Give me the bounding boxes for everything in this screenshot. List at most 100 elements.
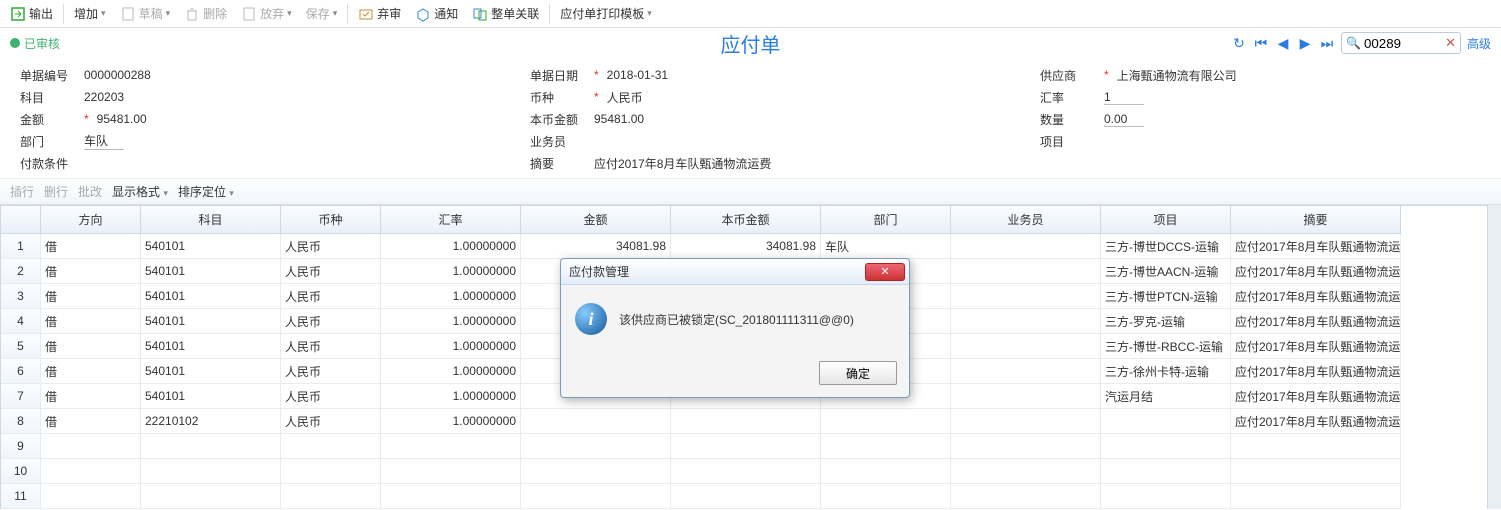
insert-row-button[interactable]: 插行 [10, 183, 34, 200]
grid-cell[interactable]: 人民币 [281, 309, 381, 334]
grid-cell[interactable] [951, 234, 1101, 259]
grid-cell[interactable] [1231, 459, 1401, 484]
output-button[interactable]: 输出 [4, 2, 59, 26]
grid-cell[interactable]: 1.00000000 [381, 409, 521, 434]
grid-cell[interactable]: 人民币 [281, 334, 381, 359]
grid-cell[interactable]: 车队 [821, 234, 951, 259]
grid-cell[interactable]: 34081.98 [521, 234, 671, 259]
delete-row-button[interactable]: 删行 [44, 183, 68, 200]
discard-button[interactable]: 放弃▾ [235, 2, 298, 26]
grid-cell[interactable] [1101, 459, 1231, 484]
grid-cell[interactable]: 540101 [141, 384, 281, 409]
grid-cell[interactable] [1101, 409, 1231, 434]
grid-cell[interactable]: 借 [41, 284, 141, 309]
display-format-button[interactable]: 显示格式 ▾ [112, 183, 168, 200]
grid-cell[interactable] [951, 259, 1101, 284]
grid-cell[interactable]: 三方-徐州卡特-运输 [1101, 359, 1231, 384]
grid-cell[interactable]: 借 [41, 309, 141, 334]
delete-button[interactable]: 删除 [178, 2, 233, 26]
grid-cell[interactable] [671, 484, 821, 509]
row-number[interactable]: 7 [1, 384, 41, 409]
col-header[interactable]: 摘要 [1231, 206, 1401, 234]
grid-cell[interactable]: 540101 [141, 234, 281, 259]
grid-cell[interactable]: 1.00000000 [381, 359, 521, 384]
col-header[interactable]: 项目 [1101, 206, 1231, 234]
grid-cell[interactable] [1101, 484, 1231, 509]
col-header[interactable]: 本币金额 [671, 206, 821, 234]
grid-cell[interactable]: 应付2017年8月车队甄通物流运费 [1231, 309, 1401, 334]
row-number[interactable]: 3 [1, 284, 41, 309]
grid-cell[interactable] [521, 459, 671, 484]
print-template-button[interactable]: 应付单打印模板▾ [554, 2, 658, 26]
grid-cell[interactable] [951, 309, 1101, 334]
grid-cell[interactable]: 应付2017年8月车队甄通物流运费 [1231, 409, 1401, 434]
grid-cell[interactable]: 人民币 [281, 259, 381, 284]
grid-cell[interactable] [821, 484, 951, 509]
grid-cell[interactable] [951, 284, 1101, 309]
ok-button[interactable]: 确定 [819, 361, 897, 385]
grid-cell[interactable]: 人民币 [281, 234, 381, 259]
grid-cell[interactable]: 借 [41, 334, 141, 359]
grid-cell[interactable]: 540101 [141, 359, 281, 384]
scrollbar-stub[interactable] [1487, 205, 1501, 509]
row-number[interactable]: 2 [1, 259, 41, 284]
grid-cell[interactable]: 540101 [141, 259, 281, 284]
batch-edit-button[interactable]: 批改 [78, 183, 102, 200]
grid-cell[interactable]: 22210102 [141, 409, 281, 434]
col-header[interactable]: 金额 [521, 206, 671, 234]
grid-cell[interactable]: 借 [41, 384, 141, 409]
grid-cell[interactable] [281, 484, 381, 509]
grid-cell[interactable]: 三方-博世DCCS-运输 [1101, 234, 1231, 259]
grid-cell[interactable] [821, 459, 951, 484]
grid-cell[interactable]: 借 [41, 409, 141, 434]
grid-cell[interactable]: 人民币 [281, 384, 381, 409]
row-number[interactable]: 10 [1, 459, 41, 484]
grid-cell[interactable]: 1.00000000 [381, 334, 521, 359]
grid-cell[interactable] [951, 359, 1101, 384]
grid-cell[interactable] [1231, 484, 1401, 509]
col-header[interactable]: 科目 [141, 206, 281, 234]
grid-cell[interactable]: 应付2017年8月车队甄通物流运费 [1231, 334, 1401, 359]
grid-cell[interactable] [951, 459, 1101, 484]
notify-button[interactable]: 通知 [409, 2, 464, 26]
add-button[interactable]: 增加▾ [68, 2, 112, 26]
grid-cell[interactable] [951, 484, 1101, 509]
draft-button[interactable]: 草稿▾ [114, 2, 177, 26]
grid-cell[interactable]: 应付2017年8月车队甄通物流运费 [1231, 259, 1401, 284]
grid-cell[interactable]: 540101 [141, 309, 281, 334]
grid-cell[interactable]: 1.00000000 [381, 384, 521, 409]
grid-cell[interactable]: 应付2017年8月车队甄通物流运费 [1231, 359, 1401, 384]
advanced-link[interactable]: 高级 [1467, 35, 1491, 52]
grid-cell[interactable]: 1.00000000 [381, 309, 521, 334]
first-icon[interactable]: ⏮ [1253, 35, 1269, 51]
grid-cell[interactable] [521, 484, 671, 509]
grid-cell[interactable]: 借 [41, 259, 141, 284]
grid-cell[interactable]: 1.00000000 [381, 234, 521, 259]
grid-cell[interactable]: 三方-博世AACN-运输 [1101, 259, 1231, 284]
grid-cell[interactable]: 540101 [141, 334, 281, 359]
grid-cell[interactable]: 1.00000000 [381, 284, 521, 309]
grid-cell[interactable]: 三方-罗克-运输 [1101, 309, 1231, 334]
grid-cell[interactable] [671, 459, 821, 484]
prev-icon[interactable]: ◀ [1275, 35, 1291, 51]
grid-cell[interactable] [821, 409, 951, 434]
last-icon[interactable]: ⏭ [1319, 35, 1335, 51]
next-icon[interactable]: ▶ [1297, 35, 1313, 51]
grid-cell[interactable] [41, 484, 141, 509]
grid-cell[interactable]: 借 [41, 359, 141, 384]
refresh-icon[interactable]: ↻ [1231, 35, 1247, 51]
grid-cell[interactable] [521, 434, 671, 459]
row-number[interactable]: 6 [1, 359, 41, 384]
grid-cell[interactable] [141, 434, 281, 459]
clear-icon[interactable]: ✕ [1445, 35, 1456, 51]
row-number[interactable]: 5 [1, 334, 41, 359]
grid-cell[interactable]: 人民币 [281, 284, 381, 309]
grid-cell[interactable]: 借 [41, 234, 141, 259]
grid-cell[interactable] [671, 409, 821, 434]
abandon-audit-button[interactable]: 弃审 [352, 2, 407, 26]
grid-cell[interactable] [671, 434, 821, 459]
grid-cell[interactable] [41, 459, 141, 484]
grid-cell[interactable] [521, 409, 671, 434]
grid-cell[interactable]: 三方-博世-RBCC-运输 [1101, 334, 1231, 359]
grid-cell[interactable] [281, 434, 381, 459]
